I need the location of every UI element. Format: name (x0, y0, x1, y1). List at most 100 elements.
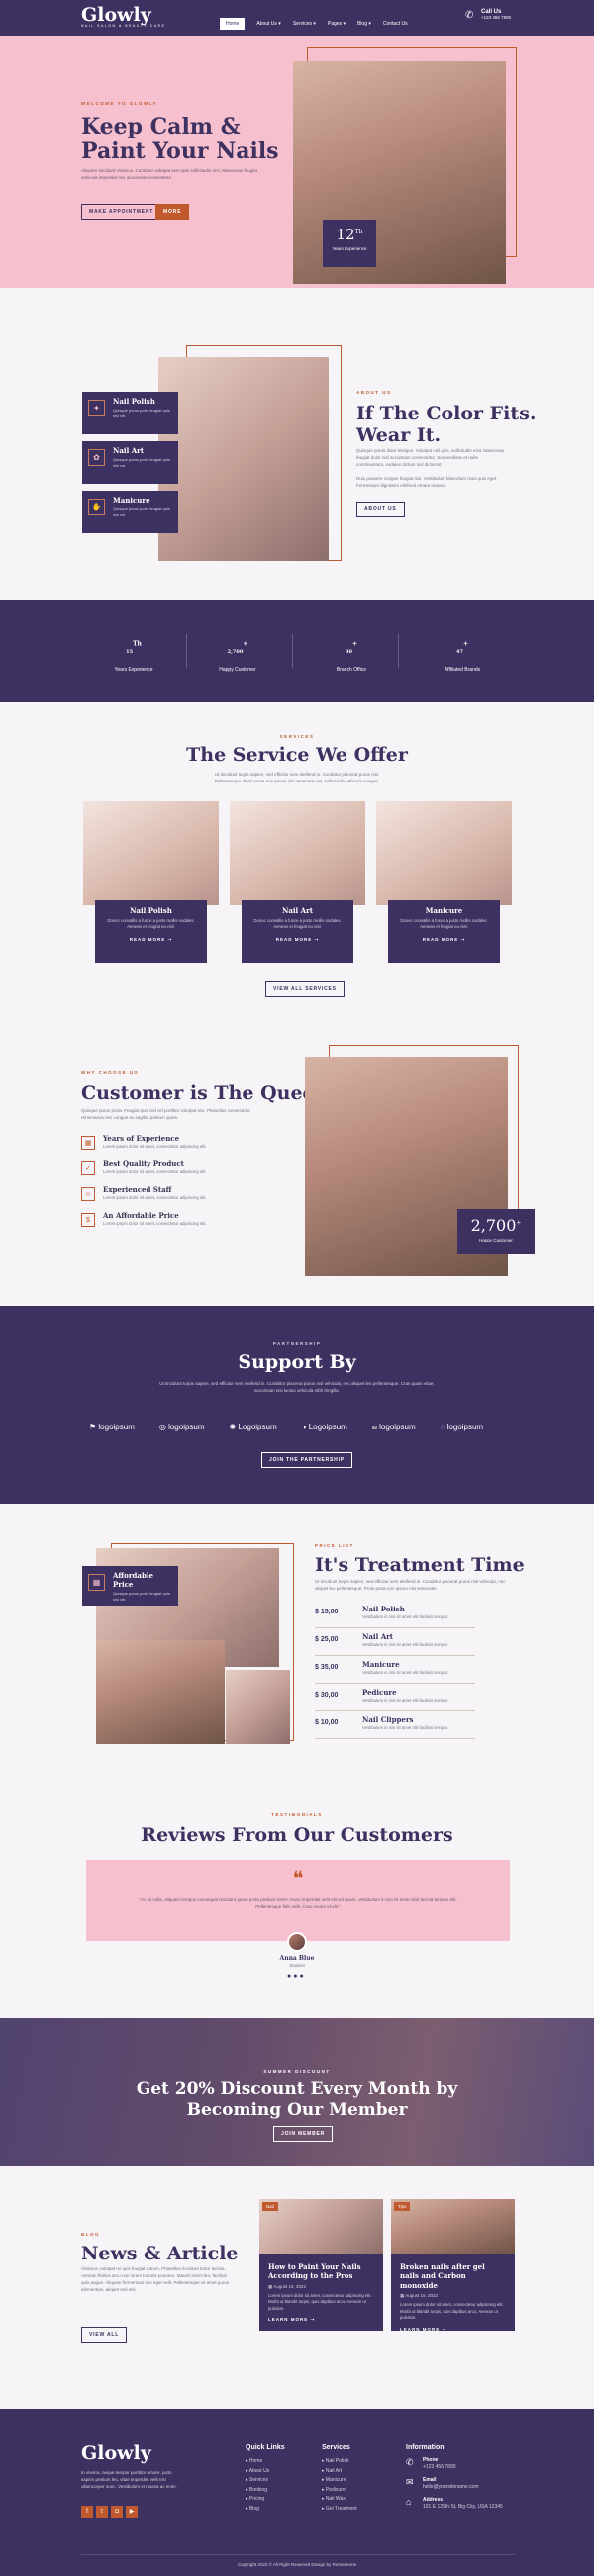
twitter-icon[interactable]: t (96, 2506, 108, 2518)
about-us-button[interactable]: ABOUT US (356, 502, 405, 517)
make-appointment-button[interactable]: MAKE APPOINTMENT (81, 204, 162, 220)
hero-tag: WELCOME TO GLOWLY (81, 101, 157, 106)
carousel-dots[interactable]: ●●● (287, 1973, 306, 1979)
nav-about[interactable]: About Us ▾ (256, 21, 280, 27)
nav-services[interactable]: Services ▾ (293, 21, 316, 27)
read-more-link[interactable]: READ MORE ➝ (101, 937, 201, 943)
call-number: +123 456 7890 (481, 15, 512, 20)
service-card-manicure[interactable]: Manicure Donec convallis a fusce a justo … (376, 801, 512, 967)
partners-text: Ut tincidunt turpis sapien, sed efficitu… (159, 1381, 435, 1393)
read-more-link[interactable]: READ MORE ➝ (394, 937, 494, 943)
footer-link[interactable]: ▸ Nail Wax (322, 2495, 357, 2505)
partner-logos: ⚑ logoipsum ◎ logoipsum ✺ Logoipsum ◑ Logoi… (89, 1417, 535, 1434)
social-links: f t ◘ ▶ (81, 2500, 141, 2518)
service-card-nail-art[interactable]: Nail Art Donec convallis a fusce a justo … (230, 801, 365, 967)
hero-title: Keep Calm & Paint Your Nails (81, 114, 279, 164)
service-card-nail-polish[interactable]: Nail Polish Donec convallis a fusce a jus… (83, 801, 219, 967)
stat-divider (186, 634, 187, 668)
footer-logo[interactable]: Glowly (81, 2444, 151, 2463)
feature-item: ▦ Years of Experience Lorem ipsum dolor si… (81, 1134, 279, 1153)
footer-link[interactable]: ▸ About Us (246, 2467, 285, 2477)
read-more-link[interactable]: READ MORE ➝ (248, 937, 347, 943)
stat-years: 15Th Years Experience (114, 640, 153, 673)
footer-services: Services ▸ Nail Polish ▸ Nail Art ▸ Manicu… (322, 2444, 357, 2514)
manicure-icon: ✋ (88, 499, 105, 515)
more-button[interactable]: MORE (155, 204, 190, 220)
join-member-button[interactable]: JOIN MEMBER (273, 2126, 334, 2142)
youtube-icon[interactable]: ▶ (126, 2506, 138, 2518)
pricing-image-3 (226, 1670, 290, 1744)
call-us[interactable]: Call Us +123 456 7890 (481, 9, 511, 20)
blog-text: Vivamus volutpat mi quis feugiat rutrum.… (81, 2266, 230, 2292)
price-row: $ 25,00 Nail Art Vestibulum in nisi sit am… (315, 1628, 475, 1656)
phone-icon: ✆ (465, 10, 474, 21)
why-features: ▦ Years of Experience Lorem ipsum dolor si… (81, 1134, 279, 1237)
facebook-icon[interactable]: f (81, 2506, 93, 2518)
post-date: ▦ August 15, 2022 (400, 2293, 439, 2299)
partner-logo: ✺ Logoipsum (229, 1423, 277, 1431)
happy-customer-badge: 2,700+ Happy Customer (457, 1209, 535, 1254)
logo[interactable]: Glowly NAIL SALON & BEAUTY CARE (81, 6, 165, 29)
footer-link[interactable]: ▸ Gel Treatment (322, 2505, 357, 2515)
blog-post-card[interactable]: Nail How to Paint Your Nails According t… (259, 2199, 383, 2331)
footer-link[interactable]: ▸ Pricing (246, 2495, 285, 2505)
about-card-manicure: ✋ Manicure Quisque purus porta feugiat qui… (82, 491, 178, 533)
services-text: Ut tincidunt turpis sapien, sed efficitu… (214, 772, 380, 783)
service-image (376, 801, 512, 905)
pricing-image-2 (96, 1640, 225, 1744)
blog-section: BLOG News & Article Vivamus volutpat mi … (0, 2166, 594, 2374)
nav-blog[interactable]: Blog ▾ (357, 21, 371, 27)
header: Glowly NAIL SALON & BEAUTY CARE Home About… (0, 0, 594, 36)
post-date: ▦ August 15, 2022 (268, 2283, 307, 2289)
avatar (287, 1932, 307, 1952)
about-card-nail-art: ✿ Nail Art Quisque purus porta feugiat qui… (82, 441, 178, 484)
service-image (230, 801, 365, 905)
nav-contact[interactable]: Contact Us (383, 21, 408, 27)
nav-home[interactable]: Home (220, 18, 246, 30)
learn-more-link[interactable]: LEARN MORE ➝ (268, 2317, 374, 2323)
reviews-title: Reviews From Our Customers (141, 1824, 453, 1846)
footer-link[interactable]: ▸ Booking (246, 2486, 285, 2496)
about-title: If The Color Fits. Wear It. (356, 403, 537, 446)
about-image (158, 357, 329, 561)
price-tag-icon: $ (81, 1213, 95, 1227)
partner-logo: ⚑ logoipsum (89, 1423, 135, 1431)
blog-post-card[interactable]: Tips Broken nails after gel nails and Ca… (391, 2199, 515, 2333)
hero-section: WELCOME TO GLOWLY Keep Calm & Paint Your … (0, 36, 594, 288)
nav-pages[interactable]: Pages ▾ (328, 21, 346, 27)
learn-more-link[interactable]: LEARN MORE ➝ (400, 2327, 506, 2333)
view-all-services-button[interactable]: VIEW ALL SERVICES (265, 981, 345, 997)
footer-link[interactable]: ▸ Blog (246, 2505, 285, 2515)
copyright: Copyright 2022 © All Right Reserved Desi… (237, 2562, 357, 2567)
instagram-icon[interactable]: ◘ (111, 2506, 123, 2518)
quality-icon: ✓ (81, 1161, 95, 1175)
footer-link[interactable]: ▸ Manicure (322, 2476, 357, 2486)
stat-branches: 30+ Branch Office (336, 640, 367, 673)
reviews-tag: TESTIMONIALS (271, 1812, 323, 1817)
partner-logo: ◌ logoipsum (440, 1423, 484, 1431)
footer-link[interactable]: ▸ Services (246, 2476, 285, 2486)
staff-icon: ☺ (81, 1187, 95, 1201)
stat-customers: 2,700+ Happy Customer (219, 640, 256, 673)
about-section: ✦ Nail Polish Quisque purus porta feugiat … (0, 288, 594, 600)
view-all-button[interactable]: VIEW ALL (81, 2327, 128, 2343)
why-tag: WHY CHOOSE US (81, 1070, 140, 1075)
service-image (83, 801, 219, 905)
join-partnership-button[interactable]: JOIN THE PARTNERSHIP (261, 1452, 352, 1468)
footer-link[interactable]: ▸ Nail Polish (322, 2457, 357, 2467)
pricing-tag: PRICE LIST (315, 1543, 354, 1548)
price-row: $ 10,00 Nail Clippers Vestibulum in nisi s… (315, 1711, 475, 1739)
footer-link[interactable]: ▸ Nail Art (322, 2467, 357, 2477)
why-section: WHY CHOOSE US Customer is The Queen Quis… (0, 1009, 594, 1306)
partners-section: PARTNERSHIP Support By Ut tincidunt turp… (0, 1306, 594, 1504)
affordable-price-card: ▦ Affordable Price Quisque purus porta feu… (82, 1566, 178, 1606)
footer-link[interactable]: ▸ Home (246, 2457, 285, 2467)
review-box: ❝ "Ac sit nulla, aliquam tempus consequa… (86, 1860, 510, 1941)
footer-info: Information ✆ Phone +123 456 7890 ✉ Email he… (406, 2444, 503, 2510)
about-text-2: Duis posuere congue feugiat nisi. Vestib… (356, 476, 498, 488)
blog-tag: BLOG (81, 2232, 100, 2237)
footer-link[interactable]: ▸ Pedicure (322, 2486, 357, 2496)
price-row: $ 35,00 Manicure Vestibulum in nisi sit am… (315, 1656, 475, 1684)
footer-text: In viverra, neque tempor porttitor ornar… (81, 2470, 177, 2489)
blog-title: News & Article (81, 2243, 239, 2264)
